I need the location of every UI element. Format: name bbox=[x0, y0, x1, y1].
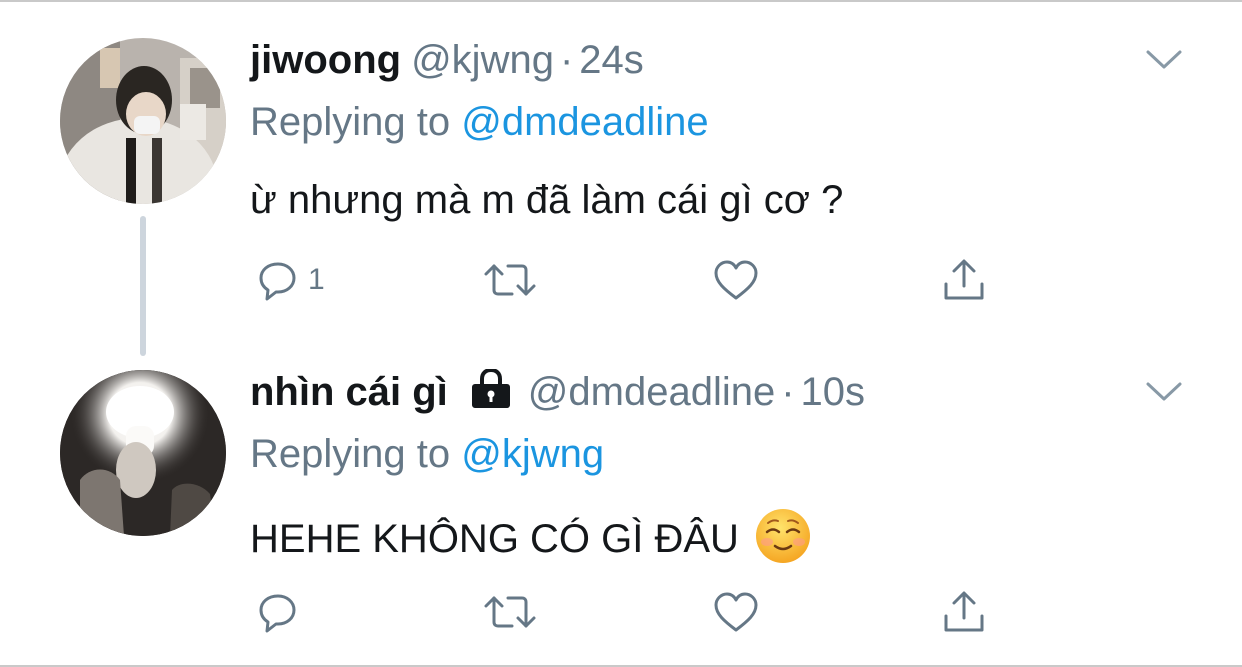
reply-count: 1 bbox=[308, 263, 325, 296]
share-icon bbox=[944, 259, 984, 300]
retweet-button[interactable] bbox=[482, 252, 538, 308]
like-button[interactable] bbox=[712, 584, 760, 640]
heart-icon bbox=[714, 260, 758, 300]
smiling-face-emoji bbox=[755, 508, 811, 575]
retweet-button[interactable] bbox=[482, 584, 538, 640]
lock-icon bbox=[468, 367, 514, 420]
reply-mention-link[interactable]: @kjwng bbox=[461, 432, 604, 476]
chevron-down-icon[interactable] bbox=[1144, 378, 1184, 406]
tweet-thread: jiwoong @kjwng · 24s Replying to @dmdeadlin… bbox=[0, 0, 1242, 667]
like-button[interactable] bbox=[712, 252, 760, 308]
replying-to: Replying to @dmdeadline bbox=[250, 98, 709, 146]
retweet-icon bbox=[484, 264, 536, 296]
display-name[interactable]: nhìn cái gì bbox=[250, 370, 448, 414]
top-divider bbox=[0, 0, 1242, 2]
display-name[interactable]: jiwoong bbox=[250, 38, 401, 82]
avatar[interactable] bbox=[60, 370, 226, 536]
thread-connector bbox=[140, 216, 146, 356]
tweet-header: jiwoong @kjwng · 24s bbox=[250, 36, 644, 84]
separator-dot: · bbox=[781, 370, 795, 414]
handle[interactable]: @dmdeadline bbox=[528, 370, 775, 414]
replying-prefix: Replying to bbox=[250, 100, 451, 144]
reply-icon bbox=[259, 594, 296, 633]
replying-prefix: Replying to bbox=[250, 432, 451, 476]
tweet-actions bbox=[250, 584, 1010, 640]
avatar[interactable] bbox=[60, 38, 226, 204]
reply-button[interactable] bbox=[256, 584, 308, 640]
share-icon bbox=[944, 591, 984, 632]
reply-mention-link[interactable]: @dmdeadline bbox=[461, 100, 708, 144]
tweet-text: HEHE KHÔNG CÓ GÌ ĐÂU bbox=[250, 517, 739, 561]
share-button[interactable] bbox=[940, 252, 988, 308]
tweet-header: nhìn cái gì @dmdeadline · 10s bbox=[250, 367, 866, 420]
retweet-icon bbox=[484, 596, 536, 628]
timestamp[interactable]: 24s bbox=[579, 38, 644, 82]
tweet-actions: 1 bbox=[250, 252, 1010, 308]
separator-dot: · bbox=[559, 38, 574, 82]
heart-icon bbox=[714, 592, 758, 632]
reply-icon bbox=[259, 262, 296, 301]
tweet-text-line: HEHE KHÔNG CÓ GÌ ĐÂU bbox=[250, 508, 811, 575]
share-button[interactable] bbox=[940, 584, 988, 640]
replying-to: Replying to @kjwng bbox=[250, 430, 604, 478]
reply-button[interactable]: 1 bbox=[256, 252, 325, 308]
tweet-text: ừ nhưng mà m đã làm cái gì cơ ? bbox=[250, 178, 844, 222]
timestamp[interactable]: 10s bbox=[801, 370, 866, 414]
handle[interactable]: @kjwng bbox=[411, 38, 554, 82]
chevron-down-icon[interactable] bbox=[1144, 46, 1184, 74]
